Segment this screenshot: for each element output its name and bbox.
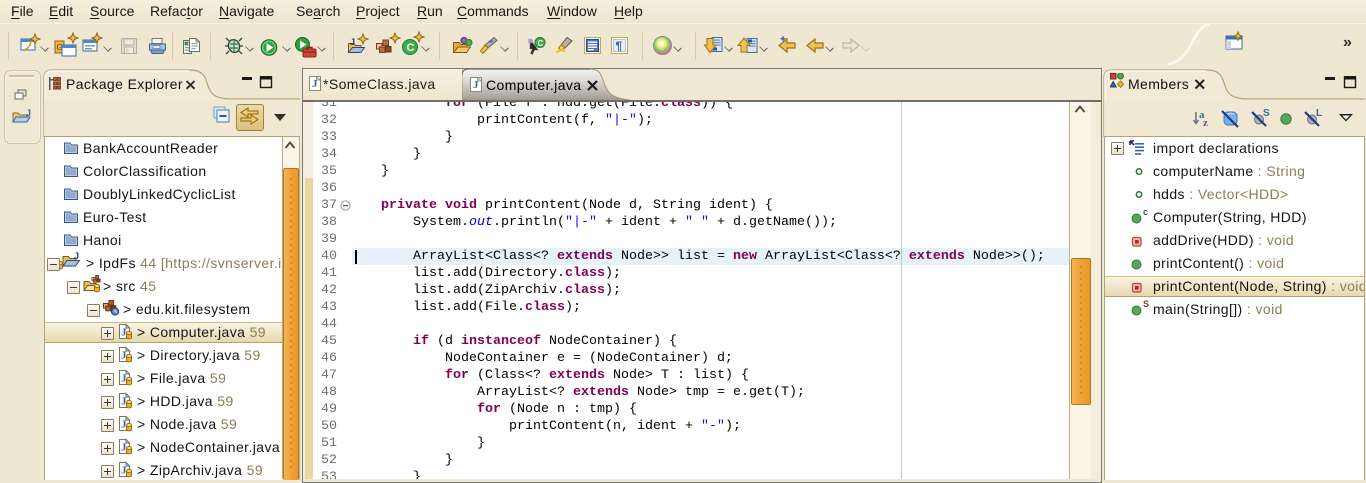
svg-text:J: J	[350, 37, 355, 47]
svg-text:J: J	[74, 251, 79, 261]
svg-text:C: C	[538, 39, 544, 48]
svg-text:z: z	[1203, 117, 1208, 129]
svg-text:J: J	[473, 79, 479, 91]
svg-text:J: J	[312, 78, 318, 90]
svg-text:¶: ¶	[616, 39, 623, 53]
svg-text:S: S	[1263, 108, 1270, 119]
svg-text:»: »	[1343, 34, 1352, 51]
svg-text:S: S	[1143, 299, 1149, 309]
svg-text:c: c	[1143, 207, 1148, 217]
svg-text:J: J	[26, 108, 31, 118]
svg-text:C: C	[407, 42, 415, 54]
svg-text:L: L	[1316, 108, 1322, 119]
